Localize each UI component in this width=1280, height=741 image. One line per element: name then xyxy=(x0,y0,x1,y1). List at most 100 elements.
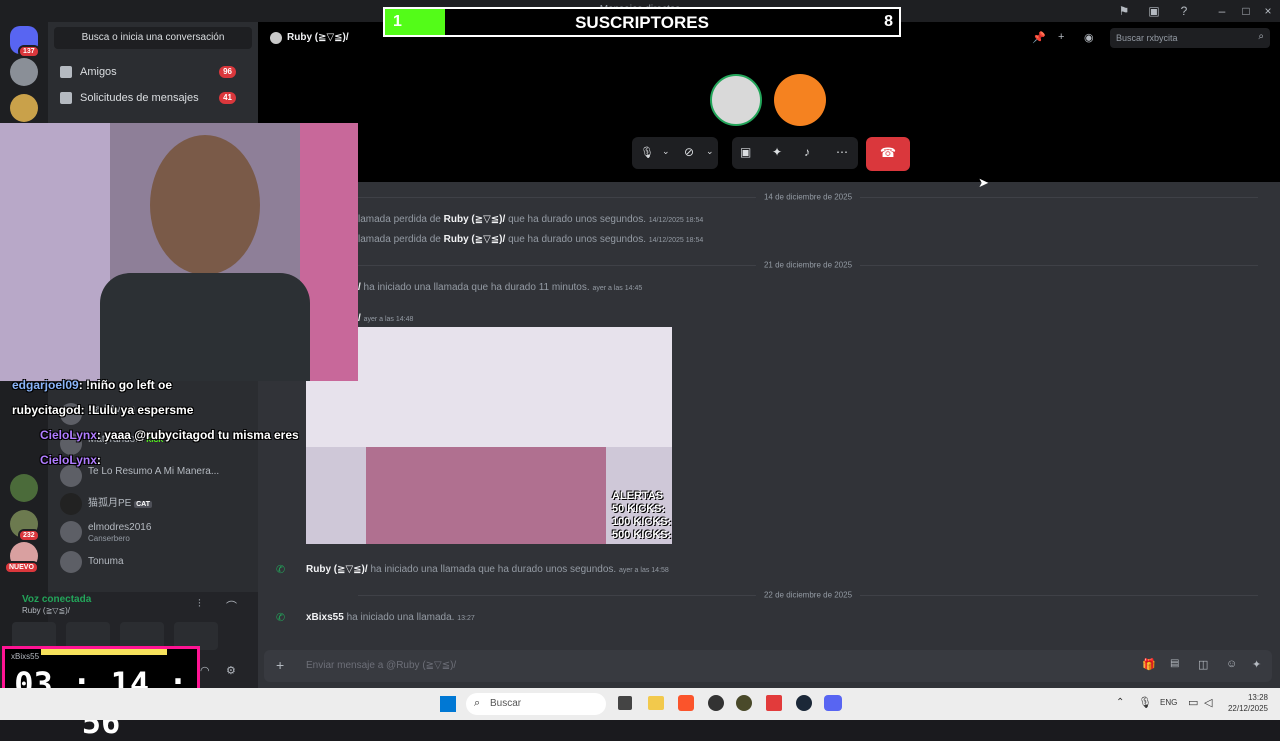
call-actions: ▣ ✦ ♪ ⋯ xyxy=(732,137,858,169)
chevron-down-icon[interactable]: ⌄ xyxy=(662,146,670,157)
dm-item[interactable]: elmodres2016 Canserbero xyxy=(54,518,252,546)
profile-icon[interactable]: ◉ xyxy=(1084,31,1094,44)
message-requests-item[interactable]: Solicitudes de mensajes 41 xyxy=(54,86,252,110)
video-attachment[interactable]: ALERTAS 50 KICKS: 100 KICKS: 500 KICKS: xyxy=(306,327,672,544)
message-composer[interactable]: + Enviar mensaje a @Ruby (≧▽≦)/ 🎁 ▤ ◫ ☺ … xyxy=(264,650,1272,682)
home-badge: 137 xyxy=(18,45,40,58)
timer-accent xyxy=(41,649,167,655)
dm-title: Ruby (≧▽≦)/ xyxy=(287,32,349,43)
emoji-icon[interactable]: ☺ xyxy=(1226,658,1237,670)
participant-avatar[interactable] xyxy=(774,74,826,126)
help-icon[interactable]: ? xyxy=(1176,3,1192,19)
clock-time[interactable]: 13:28 xyxy=(1224,693,1268,702)
add-friend-icon[interactable]: + xyxy=(1058,31,1064,43)
apps-icon[interactable]: ✦ xyxy=(1252,658,1261,671)
friends-count: 96 xyxy=(219,66,236,78)
friends-item[interactable]: Amigos 96 xyxy=(54,60,252,84)
inbox-icon[interactable]: ⚑ xyxy=(1116,3,1132,19)
server-icon[interactable] xyxy=(10,94,38,122)
leave-call-button[interactable]: ☎ xyxy=(866,137,910,171)
dm-item[interactable]: Tonuma xyxy=(54,548,252,576)
call-message: / ha iniciado una llamada que ha durado … xyxy=(358,282,643,293)
discord-icon[interactable] xyxy=(824,695,842,711)
volume-icon[interactable]: ◁ xyxy=(1204,696,1212,709)
mail-icon xyxy=(60,92,72,104)
maximize-icon[interactable]: □ xyxy=(1238,3,1254,19)
search-icon: ⌕ xyxy=(1258,31,1264,42)
steam-icon[interactable] xyxy=(796,695,812,711)
server-icon[interactable]: 232 xyxy=(10,510,40,542)
waveform-icon[interactable]: ⫶ xyxy=(198,598,201,611)
taskbar: ⌕ Buscar ⌃ 🎙 ENG ▭ ◁ 13:28 22/12/2025 xyxy=(0,688,1280,720)
subscriber-title: SUSCRIPTORES xyxy=(575,13,709,32)
microphone-icon[interactable]: 🎙 xyxy=(640,146,654,159)
call-message: Ruby (≧▽≦)/ ha iniciado una llamada que … xyxy=(306,564,669,575)
find-conversation-button[interactable]: Busca o inicia una conversación xyxy=(54,27,252,49)
attach-icon[interactable]: + xyxy=(276,657,284,673)
date-divider: 22 de diciembre de 2025 xyxy=(358,590,1258,600)
dm-item[interactable]: 猫孤月PE CAT xyxy=(54,490,252,518)
gift-icon[interactable]: 🎁 xyxy=(1142,658,1156,671)
camera-off-icon[interactable]: ⊘ xyxy=(684,145,694,159)
dm-name: elmodres2016 xyxy=(88,522,152,533)
more-icon[interactable]: ⋯ xyxy=(836,145,848,159)
windows-start-icon[interactable] xyxy=(440,696,456,712)
file-explorer-icon[interactable] xyxy=(648,696,664,710)
mouse-cursor: ➤ xyxy=(978,175,989,190)
missed-call-message: lamada perdida de Ruby (≧▽≦)/ que ha dur… xyxy=(358,234,704,245)
server-icon[interactable]: NUEVO xyxy=(4,542,39,574)
webcam-frame xyxy=(0,123,110,381)
soundboard-icon[interactable]: ♪ xyxy=(804,145,810,159)
subscriber-goal: 8 xyxy=(884,13,893,30)
chevron-down-icon[interactable]: ⌄ xyxy=(706,146,714,157)
cat-tag: CAT xyxy=(134,501,152,508)
settings-icon[interactable]: ⚙ xyxy=(226,664,236,677)
message-requests-label: Solicitudes de mensajes xyxy=(80,92,199,104)
new-badge: NUEVO xyxy=(4,561,39,574)
search-input[interactable]: Buscar rxbycita ⌕ xyxy=(1110,28,1270,48)
missed-call-message: lamada perdida de Ruby (≧▽≦)/ que ha dur… xyxy=(358,214,704,225)
close-icon[interactable]: × xyxy=(1260,3,1276,19)
user-name: xBixs55 xyxy=(11,652,40,661)
voice-status: Voz conectada xyxy=(22,594,92,605)
brave-icon[interactable] xyxy=(678,695,694,711)
server-badge: 232 xyxy=(18,529,40,542)
pin-icon[interactable]: 📌 xyxy=(1032,31,1046,44)
clock-date[interactable]: 22/12/2025 xyxy=(1224,704,1268,713)
webcam-frame xyxy=(150,135,260,275)
task-view-icon[interactable] xyxy=(618,696,632,710)
video-frame xyxy=(306,327,672,447)
network-icon[interactable]: ▭ xyxy=(1188,696,1198,709)
headphones-icon[interactable]: ◠ xyxy=(200,664,210,677)
participant-avatar[interactable] xyxy=(710,74,762,126)
language-indicator[interactable]: ENG xyxy=(1160,698,1177,707)
mic-camera-controls: 🎙 ⌄ ⊘ ⌄ xyxy=(632,137,718,169)
minimize-icon[interactable]: – xyxy=(1214,3,1230,19)
message-list: 14 de diciembre de 2025 lamada perdida d… xyxy=(258,182,1280,650)
avatar xyxy=(60,521,82,543)
voice-channel: Ruby (≧▽≦)/ xyxy=(22,606,71,615)
server-icon[interactable] xyxy=(10,58,38,86)
home-button[interactable]: 137 xyxy=(10,26,40,58)
phone-icon: ✆ xyxy=(276,564,286,576)
app-icon[interactable] xyxy=(766,695,782,711)
gif-icon[interactable]: ▤ xyxy=(1170,658,1179,669)
activities-icon[interactable]: ✦ xyxy=(772,145,782,159)
date-divider: 21 de diciembre de 2025 xyxy=(358,260,1258,270)
chat-line: CieloLynx: yaaa @rubycitagod tu misma er… xyxy=(40,428,299,442)
microphone-icon[interactable]: 🎙 xyxy=(1138,696,1152,709)
main-area: Ruby (≧▽≦)/ 📌 + ◉ Buscar rxbycita ⌕ 🎙 ⌄ … xyxy=(258,22,1280,688)
avatar xyxy=(60,493,82,515)
screen-share-icon[interactable]: ▣ xyxy=(740,145,751,159)
chat-line: CieloLynx: xyxy=(40,453,101,467)
app-icon[interactable] xyxy=(736,695,752,711)
screen-icon[interactable]: ▣ xyxy=(1146,3,1162,19)
taskbar-search[interactable]: ⌕ Buscar xyxy=(466,693,606,715)
avatar xyxy=(270,32,282,44)
obs-icon[interactable] xyxy=(708,695,724,711)
webcam-overlay xyxy=(0,123,358,381)
disconnect-icon[interactable]: ⌒ xyxy=(226,598,237,614)
chevron-up-icon[interactable]: ⌃ xyxy=(1116,697,1124,708)
server-icon[interactable] xyxy=(10,474,38,502)
sticker-icon[interactable]: ◫ xyxy=(1198,658,1208,671)
